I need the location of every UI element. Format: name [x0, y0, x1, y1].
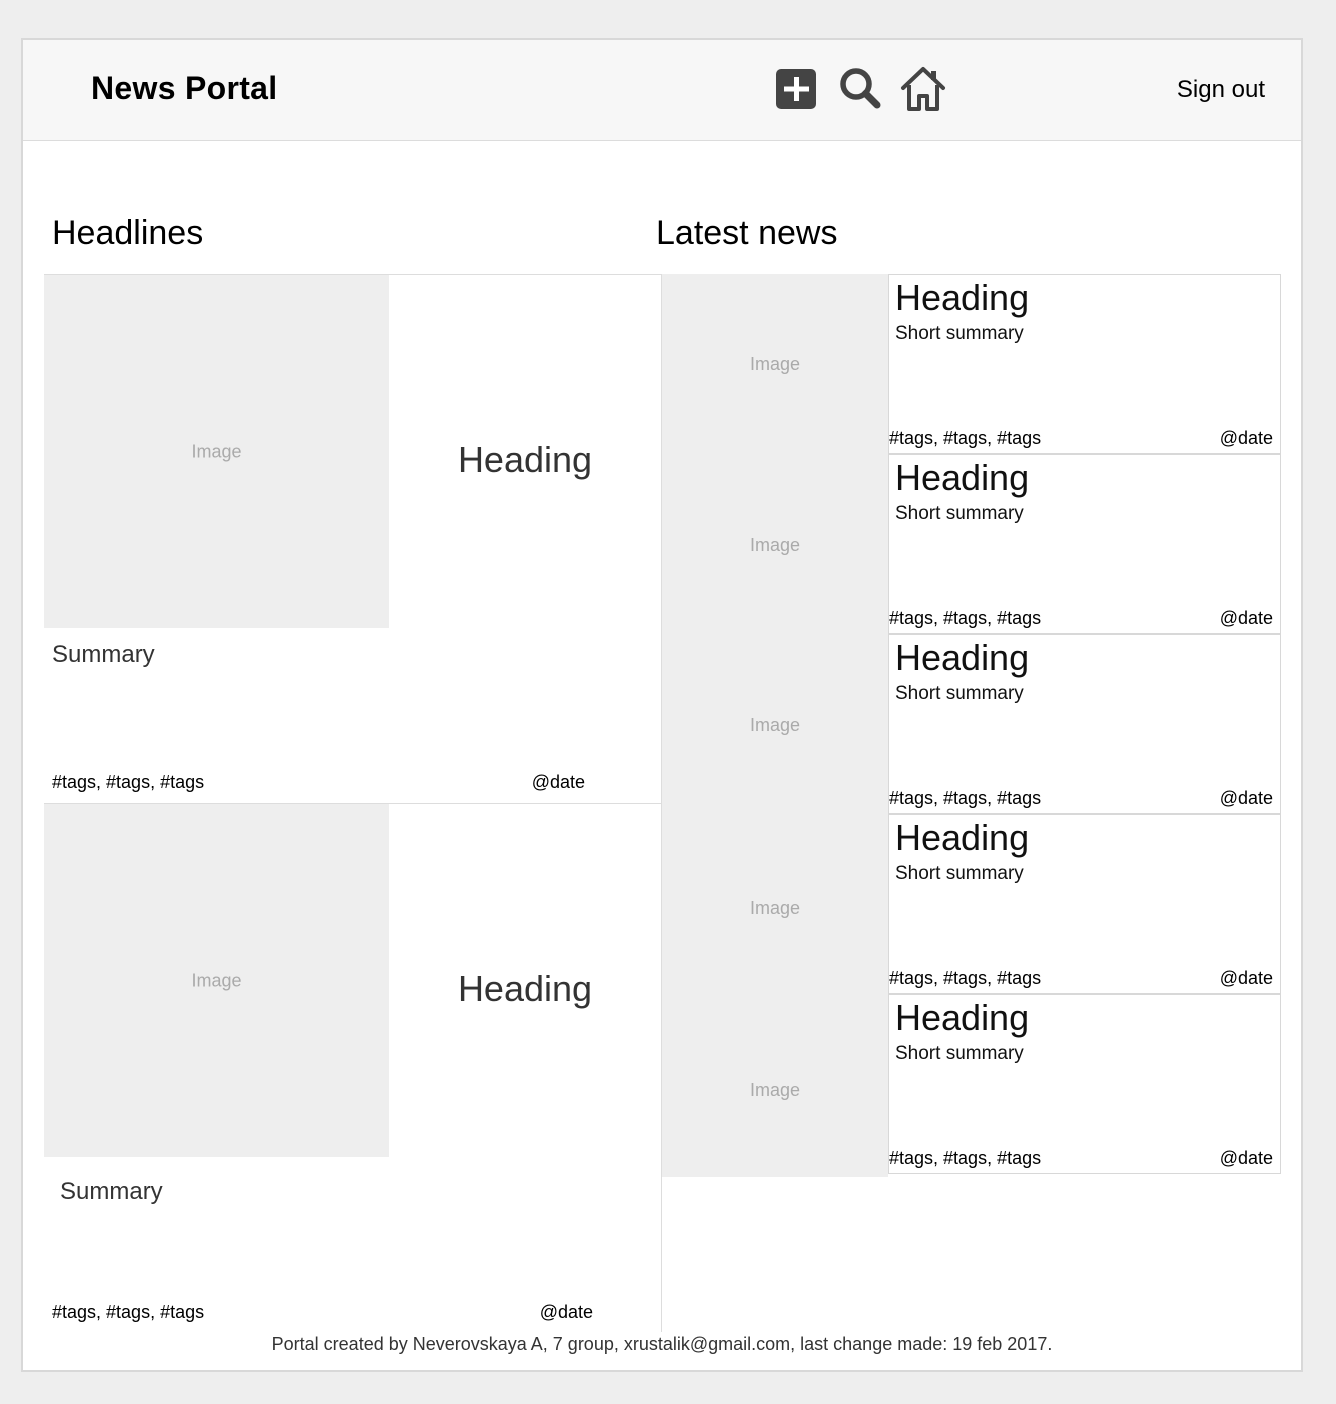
news-heading[interactable]: Heading: [895, 277, 1029, 319]
news-summary: Short summary: [895, 503, 1024, 524]
home-icon[interactable]: [900, 66, 946, 112]
latest-news-image-strip: Image Image Image Image Image: [662, 274, 888, 1177]
news-summary: Short summary: [895, 683, 1024, 704]
latest-news-card[interactable]: Heading Short summary #tags, #tags, #tag…: [888, 454, 1281, 634]
image-placeholder-label: Image: [191, 970, 242, 990]
page-frame: News Portal Sign out Headlines Latest ne…: [21, 38, 1303, 1372]
add-icon[interactable]: [774, 66, 820, 112]
news-date: @date: [1219, 788, 1273, 808]
headlines-column: Image Heading Summary #tags, #tags, #tag…: [44, 274, 662, 1333]
top-header: News Portal Sign out: [23, 40, 1301, 141]
headlines-title: Headlines: [52, 214, 204, 252]
news-tags[interactable]: #tags, #tags, #tags: [889, 608, 1041, 629]
news-tags[interactable]: #tags, #tags, #tags: [889, 788, 1041, 809]
headline-card[interactable]: Image Heading Summary #tags, #tags, #tag…: [44, 804, 661, 1333]
news-summary: Short summary: [895, 1043, 1024, 1064]
latest-news-card[interactable]: Heading Short summary #tags, #tags, #tag…: [888, 274, 1281, 454]
news-heading[interactable]: Heading: [895, 817, 1029, 859]
news-heading[interactable]: Heading: [895, 457, 1029, 499]
headline-card[interactable]: Image Heading Summary #tags, #tags, #tag…: [44, 275, 661, 804]
headline-date: @date: [539, 1302, 593, 1322]
image-placeholder-label: Image: [749, 354, 801, 374]
headline-summary: Summary: [60, 1178, 163, 1205]
headline-tags[interactable]: #tags, #tags, #tags: [52, 772, 204, 793]
image-placeholder-label: Image: [191, 441, 242, 461]
news-tags[interactable]: #tags, #tags, #tags: [889, 428, 1041, 449]
news-summary: Short summary: [895, 323, 1024, 344]
latest-news-card[interactable]: Heading Short summary #tags, #tags, #tag…: [888, 634, 1281, 814]
news-date: @date: [1219, 608, 1273, 628]
news-summary: Short summary: [895, 863, 1024, 884]
latest-news-column: Image Image Image Image Image Heading Sh…: [662, 274, 1282, 1178]
news-heading[interactable]: Heading: [895, 997, 1029, 1039]
search-icon[interactable]: [837, 66, 883, 112]
image-placeholder-label: Image: [749, 1080, 801, 1100]
news-tags[interactable]: #tags, #tags, #tags: [889, 1148, 1041, 1169]
headline-image: Image: [44, 804, 389, 1157]
image-placeholder-label: Image: [749, 898, 801, 918]
headline-image: Image: [44, 275, 389, 628]
headline-heading[interactable]: Heading: [389, 968, 661, 1010]
latest-news-card[interactable]: Heading Short summary #tags, #tags, #tag…: [888, 994, 1281, 1174]
news-date: @date: [1219, 428, 1273, 448]
image-placeholder-label: Image: [749, 715, 801, 735]
page-footer: Portal created by Neverovskaya A, 7 grou…: [271, 1334, 1053, 1354]
headline-date: @date: [531, 772, 585, 792]
latest-news-title: Latest news: [656, 214, 838, 252]
headline-tags[interactable]: #tags, #tags, #tags: [52, 1302, 204, 1323]
news-tags[interactable]: #tags, #tags, #tags: [889, 968, 1041, 989]
news-heading[interactable]: Heading: [895, 637, 1029, 679]
headline-heading[interactable]: Heading: [389, 439, 661, 481]
image-placeholder-label: Image: [749, 535, 801, 555]
site-title[interactable]: News Portal: [91, 70, 277, 107]
headline-summary: Summary: [52, 641, 155, 668]
sign-out-link[interactable]: Sign out: [1177, 76, 1265, 104]
latest-news-card[interactable]: Heading Short summary #tags, #tags, #tag…: [888, 814, 1281, 994]
news-date: @date: [1219, 1148, 1273, 1168]
news-date: @date: [1219, 968, 1273, 988]
